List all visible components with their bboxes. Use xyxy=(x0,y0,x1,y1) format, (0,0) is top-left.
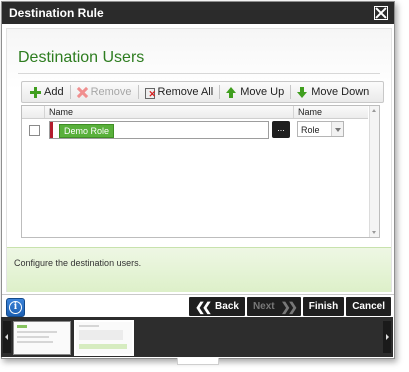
info-icon[interactable] xyxy=(6,298,25,317)
next-label: Next xyxy=(252,301,275,312)
destination-rule-dialog: Destination Rule Destination Users Add R… xyxy=(1,1,395,359)
move-up-button[interactable]: Move Up xyxy=(222,83,288,101)
cancel-label: Cancel xyxy=(352,301,385,312)
scroll-right-icon[interactable] xyxy=(383,321,391,353)
divider xyxy=(18,73,380,74)
move-up-label: Move Up xyxy=(240,86,285,98)
column-header-type[interactable]: Name xyxy=(294,106,368,118)
close-icon[interactable] xyxy=(374,6,388,20)
move-down-button[interactable]: Move Down xyxy=(293,83,373,101)
back-label: Back xyxy=(215,301,239,312)
required-marker xyxy=(50,122,53,138)
next-button[interactable]: Next ❯❯ xyxy=(246,297,301,316)
page-title: Destination Users xyxy=(18,49,145,66)
thumbnail-detail xyxy=(79,325,99,327)
type-select[interactable]: Role xyxy=(297,121,344,137)
page-thumbnail-strip xyxy=(1,317,393,357)
name-field[interactable]: Demo Role xyxy=(49,121,269,139)
x-icon xyxy=(77,87,88,98)
wizard-footer: ❮❮ Back Next ❯❯ Finish Cancel xyxy=(2,294,394,319)
move-down-label: Move Down xyxy=(311,86,370,98)
page-thumbnail[interactable] xyxy=(13,321,71,355)
back-button[interactable]: ❮❮ Back xyxy=(188,297,245,316)
add-button[interactable]: Add xyxy=(26,83,68,101)
arrow-up-icon xyxy=(226,86,237,98)
plus-icon xyxy=(30,86,41,98)
arrow-down-icon xyxy=(297,86,308,98)
destination-users-grid: Name Name Demo Role ... Role xyxy=(21,105,380,238)
title-bar: Destination Rule xyxy=(2,2,394,24)
browse-button[interactable]: ... xyxy=(272,121,290,138)
finish-button[interactable]: Finish xyxy=(302,297,345,316)
strip-toggle[interactable] xyxy=(177,358,219,365)
scroll-left-icon[interactable] xyxy=(3,321,11,353)
thumbnail-detail xyxy=(17,325,27,328)
toolbar-separator xyxy=(137,85,139,99)
toolbar-separator xyxy=(290,85,292,99)
chevron-down-icon xyxy=(331,122,343,136)
thumbnail-detail xyxy=(79,330,123,340)
finish-label: Finish xyxy=(308,301,339,312)
cancel-button[interactable]: Cancel xyxy=(346,297,391,316)
remove-all-button[interactable]: Remove All xyxy=(141,83,218,101)
remove-button[interactable]: Remove xyxy=(73,83,136,101)
page-thumbnail-current[interactable] xyxy=(74,320,134,356)
thumbnail-detail xyxy=(17,341,53,343)
wizard-nav: ❮❮ Back Next ❯❯ Finish Cancel xyxy=(188,297,391,316)
role-tag[interactable]: Demo Role xyxy=(59,124,115,138)
remove-all-label: Remove All xyxy=(157,86,214,98)
row-checkbox[interactable] xyxy=(29,125,40,136)
type-select-value: Role xyxy=(301,125,320,135)
chevron-double-right-icon: ❯❯ xyxy=(280,299,298,314)
header-select-column xyxy=(22,106,45,118)
trash-icon xyxy=(144,87,156,99)
thumbnail-detail xyxy=(79,344,127,349)
thumbnail-detail xyxy=(17,336,49,338)
dialog-title: Destination Rule xyxy=(9,6,104,20)
chevron-double-left-icon: ❮❮ xyxy=(194,299,212,314)
add-label: Add xyxy=(44,86,64,98)
help-panel: Configure the destination users. xyxy=(7,247,391,292)
toolbar-separator xyxy=(69,85,71,99)
grid-toolbar: Add Remove Remove All Move Up Move Down xyxy=(21,81,384,103)
thumbnail-detail xyxy=(17,331,57,333)
toolbar-separator xyxy=(219,85,221,99)
table-row: Demo Role ... Role xyxy=(22,120,368,140)
help-text: Configure the destination users. xyxy=(14,258,142,268)
content-panel: Destination Users Add Remove Remove All … xyxy=(6,28,392,292)
column-header-name[interactable]: Name xyxy=(45,106,294,118)
remove-label: Remove xyxy=(90,86,132,98)
grid-scrollbar[interactable] xyxy=(369,106,379,237)
grid-header: Name Name xyxy=(22,106,368,119)
